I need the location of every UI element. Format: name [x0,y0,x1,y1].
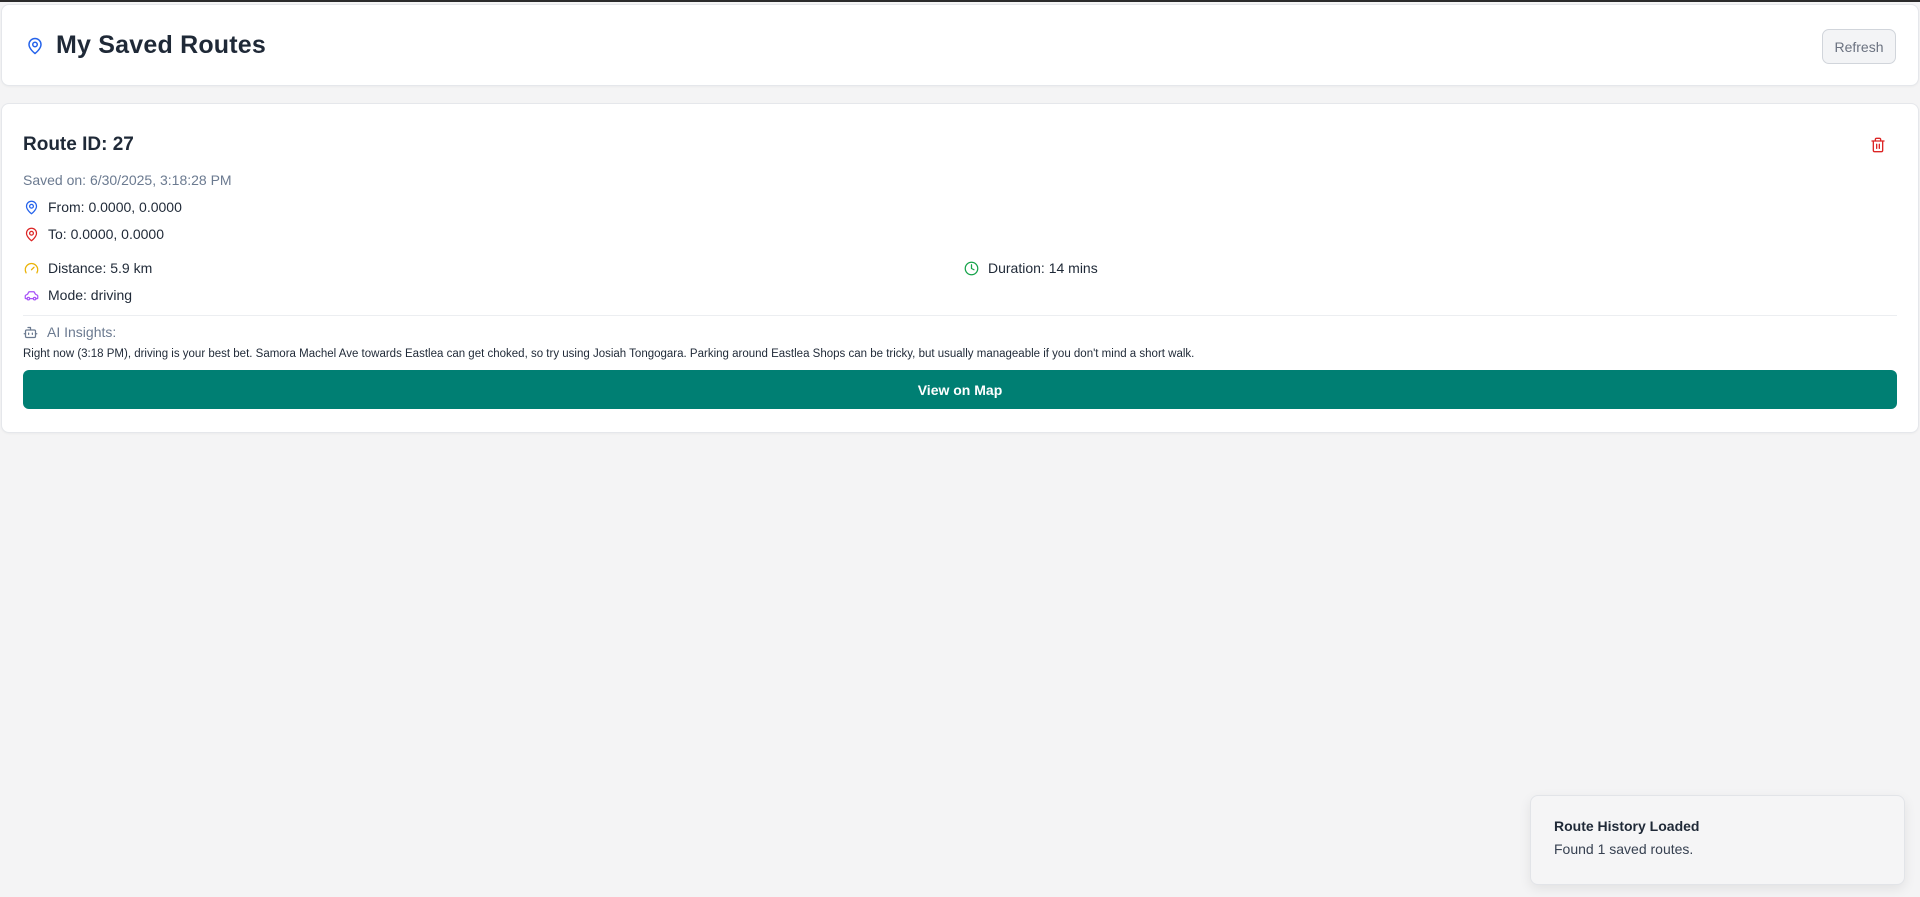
map-pin-icon [25,200,38,214]
page-header: My Saved Routes Refresh [1,4,1919,86]
route-title: Route ID: 27 [23,134,134,155]
gauge-icon [24,262,39,273]
route-distance-row: Distance: 5.9 km [24,260,152,276]
route-duration-row: Duration: 14 mins [964,260,1098,276]
route-mode-row: Mode: driving [24,287,132,303]
map-pin-icon [28,37,42,54]
view-on-map-button[interactable]: View on Map [23,370,1897,409]
saved-on-timestamp: Saved on: 6/30/2025, 3:18:28 PM [23,172,232,188]
page-title: My Saved Routes [56,31,267,59]
route-to-text: To: 0.0000, 0.0000 [48,226,164,242]
toast-description: Found 1 saved routes. [1554,841,1694,857]
bot-icon [23,326,38,338]
route-from-text: From: 0.0000, 0.0000 [48,199,182,215]
ai-insights-label: AI Insights: [23,324,116,340]
route-to-row: To: 0.0000, 0.0000 [24,226,164,242]
delete-route-button[interactable] [1868,136,1888,156]
toast-title: Route History Loaded [1554,818,1700,834]
insights-divider [23,315,1897,316]
route-distance-text: Distance: 5.9 km [48,260,153,276]
clock-icon [964,261,979,275]
route-duration-text: Duration: 14 mins [988,260,1098,276]
ai-insights-label-text: AI Insights: [47,324,117,340]
toast-notification: Route History Loaded Found 1 saved route… [1530,795,1905,885]
route-mode-text: Mode: driving [48,287,133,303]
header-title-group: My Saved Routes [26,31,266,60]
car-icon [24,290,39,300]
trash-icon [1871,137,1885,152]
route-from-row: From: 0.0000, 0.0000 [24,199,182,215]
map-pin-icon [25,227,38,241]
refresh-button[interactable]: Refresh [1822,29,1896,64]
ai-insights-text: Right now (3:18 PM), driving is your bes… [23,348,1195,360]
